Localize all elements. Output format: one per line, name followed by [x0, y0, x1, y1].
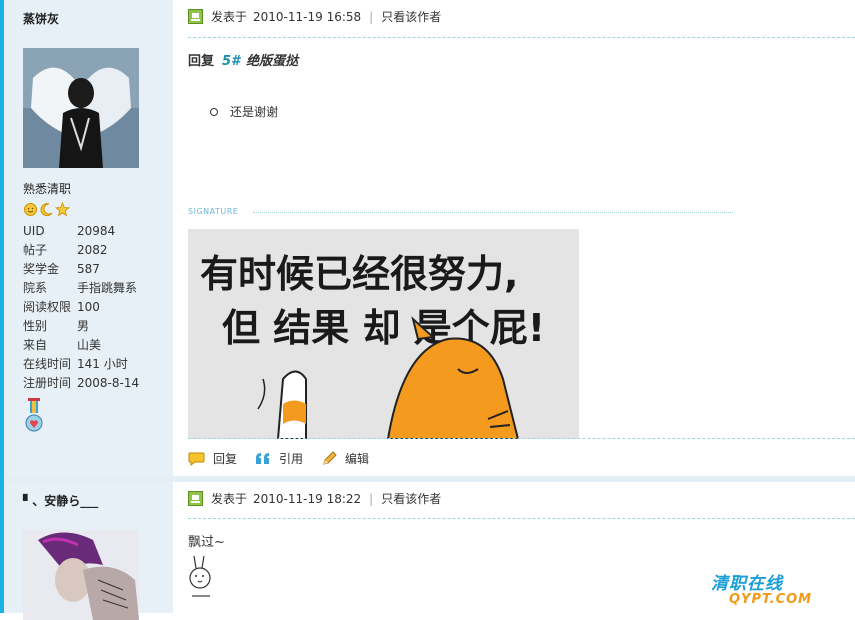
pencil-icon	[323, 450, 337, 465]
signature-line-1: 有时候已经很努力,	[200, 252, 518, 296]
author-avatar[interactable]	[23, 530, 139, 620]
header-divider	[188, 518, 855, 519]
reply-button[interactable]: 回复	[188, 450, 237, 467]
stat-row: 阅读权限 100	[23, 300, 100, 314]
list-item: 还是谢谢	[210, 103, 278, 120]
post-status-icon	[188, 491, 203, 506]
divider: |	[369, 9, 374, 24]
stat-row: 帖子 2082	[23, 243, 108, 257]
watermark-title: 清职在线	[711, 574, 783, 594]
content-divider	[188, 438, 855, 439]
stat-row: 注册时间 2008-8-14	[23, 376, 140, 390]
reply-title: 回复 5# 绝版蛋挞	[188, 54, 299, 69]
rank-stars	[23, 202, 70, 217]
reply-icon	[188, 452, 205, 466]
post-status-icon	[188, 9, 203, 24]
edit-button[interactable]: 编辑	[321, 450, 369, 467]
post-header: 发表于 2010-11-19 18:22 | 只看该作者	[188, 490, 441, 507]
author-name[interactable]: ▘、安静ら___	[23, 492, 98, 509]
author-sidebar: ▘、安静ら___	[4, 482, 173, 620]
user-rank: 熟悉清职	[23, 182, 72, 196]
header-divider	[188, 37, 855, 38]
post-time: 2010-11-19 16:58	[253, 9, 362, 24]
signature-divider	[253, 212, 733, 213]
post-content: 飘过~	[188, 535, 225, 550]
author-name[interactable]: 蒸饼灰	[23, 10, 59, 27]
post-header: 发表于 2010-11-19 16:58 | 只看该作者	[188, 8, 441, 25]
moon-icon	[40, 203, 53, 217]
stat-row: 奖学金 587	[23, 262, 100, 276]
stat-row: UID 20984	[23, 224, 116, 238]
divider: |	[369, 491, 374, 506]
watermark-url: QYPT.COM	[729, 592, 813, 607]
signature-line-2: 但 结果 却 是个屁!	[222, 306, 545, 350]
author-sidebar: 蒸饼灰 熟悉清职 UID 20984 帖子 2082 奖学金 587 院系 手指跳舞系 …	[4, 0, 173, 476]
post-1: 蒸饼灰 熟悉清职 UID 20984 帖子 2082 奖学金 587 院系 手指跳舞系 …	[4, 0, 855, 476]
signature-label: SIGNATURE	[188, 207, 239, 216]
bullet-icon	[210, 107, 218, 116]
star-icon	[55, 202, 70, 217]
medal-icon[interactable]	[24, 398, 44, 434]
quote-button[interactable]: 引用	[255, 450, 303, 467]
sun-icon	[24, 203, 37, 216]
only-author-link[interactable]: 只看该作者	[381, 490, 441, 507]
author-avatar[interactable]	[23, 48, 139, 168]
bunny-emoticon	[189, 555, 211, 597]
post-time: 2010-11-19 18:22	[253, 491, 362, 506]
post-actions: 回复 引用 编辑	[188, 450, 387, 467]
site-watermark: 清职在线 QYPT.COM	[711, 569, 812, 607]
only-author-link[interactable]: 只看该作者	[381, 8, 441, 25]
post-body: 发表于 2010-11-19 16:58 | 只看该作者 回复 5# 绝版蛋挞 还是…	[173, 0, 855, 476]
stat-row: 在线时间 141 小时	[23, 357, 128, 371]
quote-icon	[256, 453, 270, 464]
author-stats: UID 20984 帖子 2082 奖学金 587 院系 手指跳舞系 阅读权限 100 性…	[23, 225, 139, 396]
reply-target-name: 绝版蛋挞	[246, 54, 299, 69]
reply-floor-link[interactable]: 5#	[222, 54, 240, 69]
stat-row: 来自 山美	[23, 338, 102, 352]
signature-image: 有时候已经很努力, 但 结果 却 是个屁!	[188, 229, 579, 439]
stat-row: 性别男	[23, 319, 90, 333]
stat-row: 院系 手指跳舞系	[23, 281, 138, 295]
